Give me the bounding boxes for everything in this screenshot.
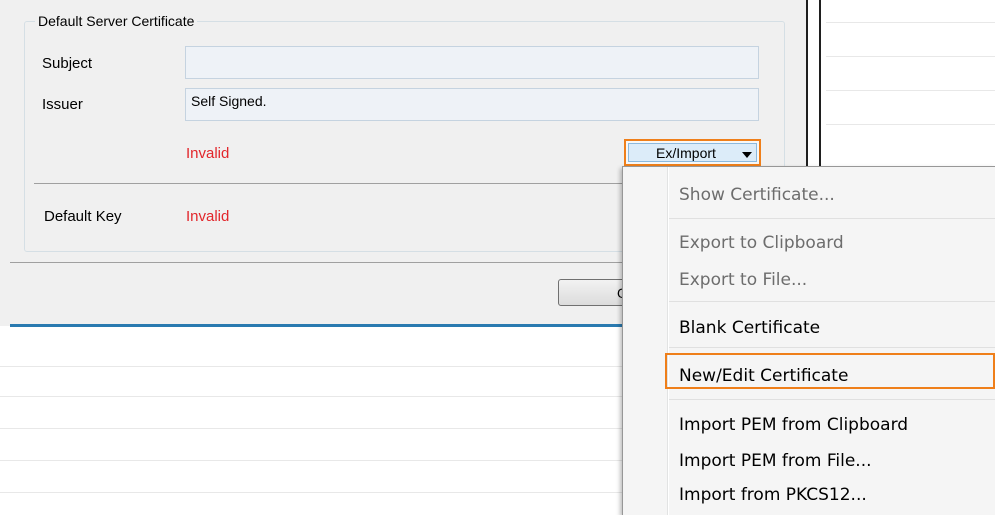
menu-separator <box>669 347 995 348</box>
subject-label: Subject <box>42 55 93 72</box>
list-row-line <box>826 22 995 23</box>
menu-item-export-file[interactable]: Export to File... <box>679 270 807 290</box>
menu-item-new-edit-certificate[interactable]: New/Edit Certificate <box>679 366 848 386</box>
window-border <box>819 0 821 168</box>
list-row-line <box>0 460 622 461</box>
subject-field[interactable] <box>185 46 759 79</box>
issuer-label: Issuer <box>42 96 83 113</box>
default-key-label: Default Key <box>44 208 122 225</box>
menu-separator <box>669 218 995 219</box>
group-title: Default Server Certificate <box>35 13 198 29</box>
list-row-line <box>0 366 622 367</box>
list-row-line <box>0 428 622 429</box>
certificate-status: Invalid <box>186 145 230 162</box>
list-row-line <box>0 396 622 397</box>
default-key-status: Invalid <box>186 208 230 225</box>
menu-gutter <box>668 167 669 515</box>
menu-item-show-certificate[interactable]: Show Certificate... <box>679 185 835 205</box>
menu-item-export-clipboard[interactable]: Export to Clipboard <box>679 233 844 253</box>
menu-separator <box>669 399 995 400</box>
list-row-line <box>826 90 995 91</box>
menu-item-import-pem-file[interactable]: Import PEM from File... <box>679 451 872 471</box>
list-row-line <box>826 56 995 57</box>
list-row-line <box>0 492 622 493</box>
list-row-line <box>826 124 995 125</box>
ex-import-button[interactable]: Ex/Import <box>624 139 761 166</box>
dropdown-arrow-icon <box>742 152 752 158</box>
ex-import-menu: Show Certificate... Export to Clipboard … <box>622 166 995 515</box>
menu-item-blank-certificate[interactable]: Blank Certificate <box>679 318 820 338</box>
menu-item-import-pkcs12[interactable]: Import from PKCS12... <box>679 485 867 505</box>
menu-separator <box>669 301 995 302</box>
ex-import-label: Ex/Import <box>656 145 716 161</box>
menu-item-import-pem-clipboard[interactable]: Import PEM from Clipboard <box>679 415 908 435</box>
issuer-field[interactable]: Self Signed. <box>185 88 759 121</box>
